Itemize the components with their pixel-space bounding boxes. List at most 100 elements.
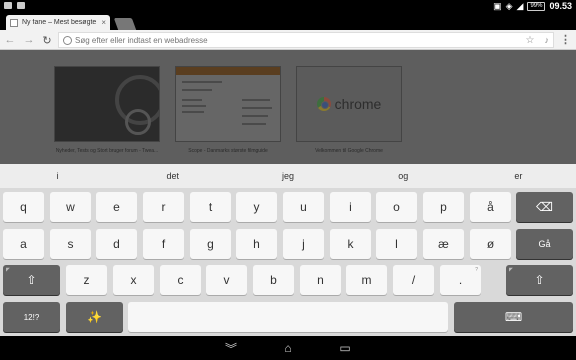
symbols-key[interactable]: 12!?: [3, 302, 60, 332]
key-o[interactable]: o: [376, 192, 417, 222]
suggestion-item[interactable]: og: [346, 164, 461, 188]
thumbnail-chrome[interactable]: chrome: [296, 66, 402, 142]
back-button[interactable]: ←: [3, 32, 17, 48]
screenshot-icon: ▣: [493, 0, 502, 11]
key-g[interactable]: g: [190, 229, 231, 259]
thumbnail-tweak[interactable]: [54, 66, 160, 142]
key-u[interactable]: u: [283, 192, 324, 222]
back-chevron-icon[interactable]: ︾: [221, 340, 241, 356]
key-s[interactable]: s: [50, 229, 91, 259]
suggestion-bar: i det jeg og er: [0, 164, 576, 188]
battery-indicator: 99%: [527, 1, 546, 11]
key-w[interactable]: w: [50, 192, 91, 222]
text-line: [182, 89, 212, 91]
reload-button[interactable]: ↻: [40, 32, 54, 48]
space-bar[interactable]: [128, 302, 448, 332]
key-n[interactable]: n: [300, 265, 341, 295]
notification-icons: [4, 2, 25, 9]
system-icons: ▣ ◈ ◢ 99% 09.53: [493, 0, 572, 12]
key-aring[interactable]: å: [470, 192, 511, 222]
key-period-label: .: [458, 273, 463, 287]
navigation-bar: ︾ ⌂ ▭: [0, 336, 576, 360]
key-y[interactable]: y: [236, 192, 277, 222]
key-m[interactable]: m: [346, 265, 387, 295]
shift-icon: ⇧: [26, 273, 37, 287]
shift-key-right[interactable]: ◤ ⇧: [506, 265, 573, 295]
thumbnail-caption: Velkommen til Google Chrome: [315, 148, 383, 154]
speaker-graphic: [125, 109, 151, 135]
globe-icon: [63, 35, 72, 45]
smart-settings-key[interactable]: ✨: [66, 302, 123, 332]
microphone-icon[interactable]: ♪: [545, 35, 550, 45]
magic-wand-icon: ✨: [87, 310, 102, 324]
suggestion-item[interactable]: er: [461, 164, 576, 188]
new-tab-button[interactable]: [113, 18, 137, 30]
key-k[interactable]: k: [330, 229, 371, 259]
page-icon: [10, 18, 18, 27]
key-period[interactable]: ? .: [440, 265, 481, 295]
backspace-key[interactable]: ⌫: [516, 192, 573, 222]
key-x[interactable]: x: [113, 265, 154, 295]
wifi-icon: ◈: [505, 0, 513, 11]
shift-key-left[interactable]: ◤ ⇧: [3, 265, 60, 295]
chrome-logo-icon: [316, 97, 331, 111]
clock: 09.53: [549, 1, 572, 11]
facebook-icon: [17, 2, 25, 9]
key-ae[interactable]: æ: [423, 229, 464, 259]
key-a[interactable]: a: [3, 229, 44, 259]
text-line: [242, 99, 270, 101]
key-v[interactable]: v: [206, 265, 247, 295]
key-oslash[interactable]: ø: [470, 229, 511, 259]
hide-keyboard-key[interactable]: ⌨: [454, 302, 573, 332]
most-visited-area: Nyheder, Tests og Stort bruger forum - T…: [0, 50, 576, 164]
key-c[interactable]: c: [160, 265, 201, 295]
signal-icon: ◢: [516, 0, 524, 11]
shift-lock-hint: ◤: [6, 267, 10, 273]
omnibox[interactable]: ☆ ♪: [58, 32, 554, 48]
thumbnail-caption: Nyheder, Tests og Stort bruger forum - T…: [55, 148, 159, 154]
period-alt-hint: ?: [475, 267, 478, 273]
recents-icon[interactable]: ▭: [335, 340, 355, 356]
shift-icon: ⇧: [534, 273, 545, 287]
chrome-wordmark: chrome: [334, 96, 382, 112]
key-t[interactable]: t: [190, 192, 231, 222]
text-line: [182, 99, 202, 101]
key-e[interactable]: e: [96, 192, 137, 222]
shift-lock-hint: ◤: [509, 267, 513, 273]
suggestion-item[interactable]: jeg: [230, 164, 345, 188]
toolbar: ← → ↻ ☆ ♪ ⋮: [0, 30, 576, 50]
key-i[interactable]: i: [330, 192, 371, 222]
key-r[interactable]: r: [143, 192, 184, 222]
close-icon[interactable]: ×: [101, 18, 106, 27]
bookmark-star-icon[interactable]: ☆: [526, 35, 535, 46]
forward-button[interactable]: →: [22, 32, 36, 48]
key-l[interactable]: l: [376, 229, 417, 259]
tab-new-tab[interactable]: Ny fane – Mest besøgte ×: [6, 15, 110, 30]
key-slash[interactable]: /: [393, 265, 434, 295]
suggestion-item[interactable]: i: [0, 164, 115, 188]
notification-icon: [4, 2, 12, 9]
screen: ▣ ◈ ◢ 99% 09.53 Ny fane – Mest besøgte ×…: [0, 0, 576, 360]
thumbnail-scope[interactable]: [175, 66, 281, 142]
suggestion-item[interactable]: det: [115, 164, 230, 188]
text-line: [242, 115, 268, 117]
key-z[interactable]: z: [66, 265, 107, 295]
key-j[interactable]: j: [283, 229, 324, 259]
menu-button[interactable]: ⋮: [560, 33, 571, 46]
enter-key[interactable]: Gå: [516, 229, 573, 259]
key-d[interactable]: d: [96, 229, 137, 259]
key-p[interactable]: p: [423, 192, 464, 222]
address-input[interactable]: [75, 35, 522, 45]
text-line: [182, 111, 204, 113]
key-f[interactable]: f: [143, 229, 184, 259]
key-h[interactable]: h: [236, 229, 277, 259]
key-b[interactable]: b: [253, 265, 294, 295]
text-line: [242, 107, 272, 109]
status-bar: ▣ ◈ ◢ 99% 09.53: [0, 0, 576, 12]
key-q[interactable]: q: [3, 192, 44, 222]
backspace-icon: ⌫: [536, 200, 553, 214]
tab-strip: Ny fane – Mest besøgte ×: [0, 12, 576, 30]
tab-title: Ny fane – Mest besøgte: [22, 19, 97, 26]
home-icon[interactable]: ⌂: [278, 340, 298, 356]
text-line: [182, 81, 222, 83]
